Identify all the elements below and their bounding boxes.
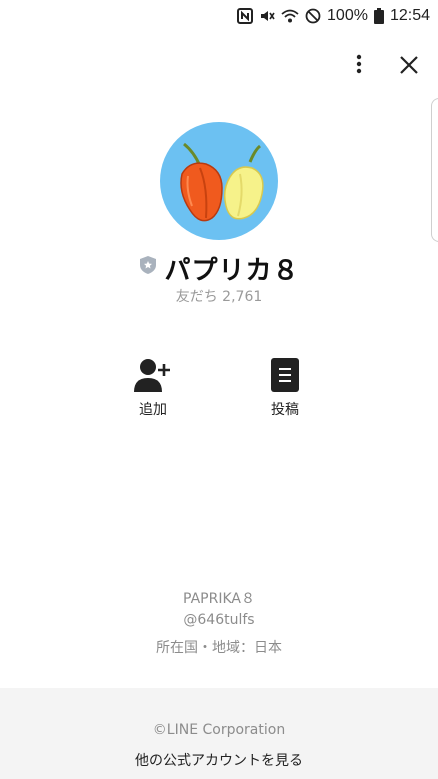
friends-count: 友だち 2,761 xyxy=(175,289,263,305)
line-id: @646tulfs xyxy=(183,612,255,628)
page-title: パプリカ８ xyxy=(164,255,300,286)
battery-icon xyxy=(373,8,384,24)
nfc-icon xyxy=(237,8,254,24)
add-friend-button[interactable]: 追加 xyxy=(113,358,193,419)
profile-name-row: パプリカ８ xyxy=(0,248,438,288)
post-label: 投稿 xyxy=(271,402,299,418)
avatar[interactable] xyxy=(160,122,278,240)
wifi-icon xyxy=(281,8,299,24)
edge-panel-handle[interactable] xyxy=(431,98,438,242)
do-not-disturb-icon xyxy=(305,8,321,24)
footer: ©LINE Corporation 他の公式アカウントを見る xyxy=(0,688,438,779)
more-vertical-icon[interactable] xyxy=(345,50,373,78)
more-accounts-link[interactable]: 他の公式アカウントを見る xyxy=(0,750,438,770)
add-friend-icon xyxy=(134,358,172,396)
copyright: ©LINE Corporation xyxy=(152,722,286,738)
verified-shield-icon xyxy=(138,254,158,276)
status-bar: 100% 12:54 xyxy=(0,0,438,32)
post-button[interactable]: 投稿 xyxy=(245,358,325,419)
account-name: PAPRIKA８ xyxy=(183,591,255,607)
add-friend-label: 追加 xyxy=(139,402,167,418)
post-icon xyxy=(271,358,299,396)
top-toolbar xyxy=(0,44,438,84)
close-icon[interactable] xyxy=(394,50,424,80)
clock: 12:54 xyxy=(389,7,430,24)
battery-percent: 100% xyxy=(327,7,368,24)
mute-icon xyxy=(259,8,275,24)
region: 所在国・地域：日本 xyxy=(156,640,282,656)
